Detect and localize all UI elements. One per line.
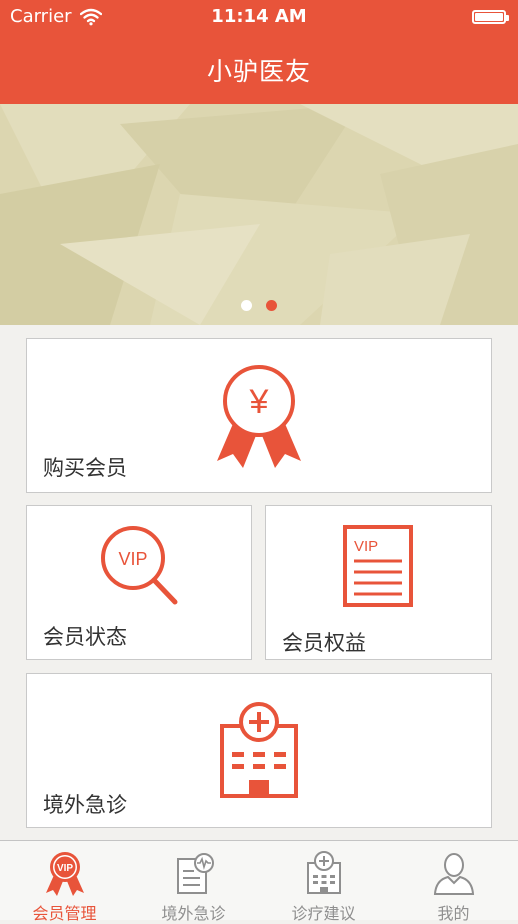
tab-label: 我的 (437, 904, 470, 923)
user-icon (433, 853, 474, 895)
tab-label: 诊疗建议 (291, 904, 356, 923)
page-title: 小驴医友 (206, 57, 311, 86)
carousel-dot-1[interactable] (241, 300, 252, 311)
medical-record-icon (176, 853, 214, 894)
membership-benefits-card[interactable]: VIP 会员权益 (265, 505, 492, 660)
tab-bar: VIP 会员管理 境外急诊 诊疗建议 我的 (0, 840, 518, 923)
app-header: Carrier 11:14 AM 小驴医友 (0, 0, 518, 104)
vip-magnifier-icon: VIP (101, 526, 178, 605)
buy-membership-card[interactable]: ¥ 购买会员 (26, 338, 492, 493)
membership-status-card[interactable]: VIP 会员状态 (26, 505, 252, 660)
battery-icon (472, 10, 509, 24)
hospital-icon (306, 851, 341, 894)
clock-time: 11:14 AM (211, 6, 307, 27)
vip-document-text: VIP (354, 538, 378, 555)
tab-label: 会员管理 (32, 904, 97, 923)
overseas-emergency-label: 境外急诊 (43, 793, 127, 817)
buy-membership-label: 购买会员 (43, 456, 127, 480)
award-yen-symbol: ¥ (249, 383, 269, 421)
membership-benefits-label: 会员权益 (282, 631, 366, 655)
carousel-dot-2[interactable] (266, 300, 277, 311)
banner-carousel[interactable] (0, 104, 518, 325)
hospital-icon (220, 702, 298, 798)
tab-me[interactable]: 我的 (389, 841, 518, 923)
vip-document-icon: VIP (343, 525, 413, 607)
tab-member-management[interactable]: VIP 会员管理 (0, 841, 129, 923)
tab-overseas-emergency[interactable]: 境外急诊 (129, 841, 258, 923)
status-bar: Carrier 11:14 AM (0, 0, 518, 34)
vip-award-icon: VIP (45, 852, 84, 896)
carousel-indicator (0, 300, 518, 314)
award-yen-icon: ¥ (217, 365, 301, 468)
vip-award-text: VIP (56, 863, 72, 874)
membership-status-label: 会员状态 (43, 625, 127, 649)
overseas-emergency-card[interactable]: 境外急诊 (26, 673, 492, 828)
vip-magnifier-text: VIP (118, 549, 147, 569)
tab-treatment-advice[interactable]: 诊疗建议 (259, 841, 388, 923)
banner-pattern (0, 104, 518, 325)
tab-label: 境外急诊 (161, 904, 226, 923)
